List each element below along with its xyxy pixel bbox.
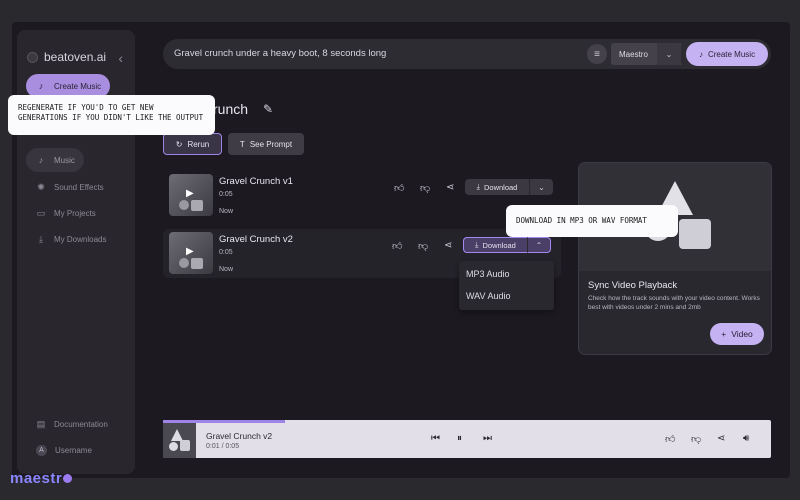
chevron-down-icon[interactable]: ⌄ xyxy=(657,43,681,65)
collapse-sidebar-icon[interactable]: ‹ xyxy=(118,50,123,66)
thumbnail-shape xyxy=(191,200,203,211)
sidebar-item-my-projects[interactable]: ▭ My Projects xyxy=(26,201,126,225)
track-created: Now xyxy=(219,208,234,215)
music-note-icon: ♪ xyxy=(698,49,703,59)
sidebar-item-username[interactable]: A Username xyxy=(26,438,126,462)
skip-back-icon[interactable]: ⏮︎ xyxy=(431,433,440,444)
sidebar-item-label: My Projects xyxy=(54,208,96,218)
see-prompt-button[interactable]: T See Prompt xyxy=(228,133,304,155)
track-created: Now xyxy=(219,266,234,273)
sidebar-item-my-downloads[interactable]: ⤓ My Downloads xyxy=(26,227,126,251)
avatar: A xyxy=(36,444,47,456)
download-icon: ⤓ xyxy=(475,240,479,249)
player-time: 0:01 / 0:05 xyxy=(206,443,240,450)
document-icon: ▤ xyxy=(36,418,46,429)
refresh-icon: ↻ xyxy=(175,139,183,149)
rerun-button[interactable]: ↻ Rerun xyxy=(163,133,222,155)
sync-video-card: Sync Video Playback Check how the track … xyxy=(578,162,772,355)
sidebar-item-label: Username xyxy=(55,445,92,455)
download-label: Download xyxy=(482,240,516,250)
music-note-icon: ♪ xyxy=(38,81,44,91)
folder-icon: ▭ xyxy=(36,207,46,218)
sidebar-item-label: Documentation xyxy=(54,419,108,429)
sliders-icon: ≡ xyxy=(594,48,600,60)
sidebar-item-label: My Downloads xyxy=(54,234,107,244)
shape-badge xyxy=(169,442,178,451)
shape-square xyxy=(180,440,190,451)
pause-icon[interactable]: ⏸︎ xyxy=(457,433,462,444)
sidebar-item-sound-effects[interactable]: ✺ Sound Effects xyxy=(26,175,126,199)
annotation-download: Download in MP3 or WAV format xyxy=(506,205,678,237)
menu-item-wav[interactable]: WAV Audio xyxy=(466,291,511,301)
settings-sliders-button[interactable]: ≡ xyxy=(587,44,607,64)
chevron-down-icon[interactable]: ⌄ xyxy=(529,179,553,195)
track-thumbnail[interactable]: ▶ xyxy=(169,232,213,274)
sync-card-description: Check how the track sounds with your vid… xyxy=(588,295,760,311)
music-note-icon: ♪ xyxy=(38,155,44,165)
skip-forward-icon[interactable]: ⏭︎ xyxy=(483,433,492,444)
download-label: Download xyxy=(483,182,518,192)
model-select-value: Maestro xyxy=(619,49,648,59)
track-duration: 0:05 xyxy=(219,249,233,256)
thumbs-up-icon[interactable]: 👍︎ xyxy=(394,182,404,194)
see-prompt-label: See Prompt xyxy=(249,139,293,149)
sidebar-item-label: Music xyxy=(54,155,75,165)
footer-brand-logo: maestr xyxy=(10,470,73,487)
shape-square xyxy=(679,219,711,249)
thumbs-down-icon[interactable]: 👎︎ xyxy=(418,240,428,252)
share-icon[interactable]: ⋖ xyxy=(444,240,452,251)
sidebar-item-label: Sound Effects xyxy=(54,182,104,192)
sync-card-title: Sync Video Playback xyxy=(588,280,678,291)
player-track-name: Gravel Crunch v2 xyxy=(206,431,273,441)
thumbs-up-icon[interactable]: 👍︎ xyxy=(392,240,402,252)
player-thumbnail xyxy=(163,423,196,458)
prompt-bar: Gravel crunch under a heavy boot, 8 seco… xyxy=(163,39,771,69)
rerun-label: Rerun xyxy=(187,139,210,149)
download-icon: ⤓ xyxy=(476,182,480,191)
sparkle-icon: ✺ xyxy=(37,181,45,192)
footer-brand-text: maestr xyxy=(10,470,63,487)
logo-icon xyxy=(27,51,38,63)
add-video-label: Video xyxy=(731,329,753,339)
menu-item-mp3[interactable]: MP3 Audio xyxy=(466,269,510,279)
download-format-menu: MP3 Audio WAV Audio xyxy=(459,261,554,310)
download-button[interactable]: ⤓ Download xyxy=(465,179,529,195)
track-row[interactable]: ▶ Gravel Crunch v1 0:05 Now 👍︎ 👎︎ ⋖ ⤓ Do… xyxy=(163,171,561,220)
download-button[interactable]: ⤓ Download xyxy=(463,237,527,253)
track-name: Gravel Crunch v1 xyxy=(219,176,293,187)
add-video-button[interactable]: + Video xyxy=(710,323,764,345)
play-icon[interactable]: ▶ xyxy=(186,246,194,257)
pencil-icon[interactable]: ✎ xyxy=(263,102,273,116)
thumbnail-shape xyxy=(191,258,203,269)
thumbnail-shape xyxy=(179,258,189,268)
create-music-label: Create Music xyxy=(707,49,756,59)
share-icon[interactable]: ⋖ xyxy=(717,433,725,444)
share-icon[interactable]: ⋖ xyxy=(446,182,454,193)
prompt-input[interactable]: Gravel crunch under a heavy boot, 8 seco… xyxy=(174,48,386,59)
thumbs-down-icon[interactable]: 👎︎ xyxy=(420,182,430,194)
thumbs-down-icon[interactable]: 👎︎ xyxy=(691,433,701,445)
brand-name: beatoven.ai xyxy=(44,50,107,64)
footer-brand-dot xyxy=(63,474,73,483)
sidebar-item-label: Create Music xyxy=(54,81,102,91)
track-duration: 0:05 xyxy=(219,191,233,198)
page-title: runch xyxy=(213,101,249,117)
volume-icon[interactable]: 🔊︎ xyxy=(743,433,749,444)
text-icon: T xyxy=(239,139,245,149)
track-name: Gravel Crunch v2 xyxy=(219,234,293,245)
chevron-up-icon[interactable]: ⌃ xyxy=(527,237,551,253)
sidebar-item-music[interactable]: ♪ Music xyxy=(26,148,84,172)
annotation-rerun: Regenerate if you'd to get new generatio… xyxy=(8,95,215,135)
audio-player: Gravel Crunch v2 0:01 / 0:05 ⏮︎ ⏸︎ ⏭︎ 👍︎… xyxy=(163,420,771,458)
sidebar-item-documentation[interactable]: ▤ Documentation xyxy=(26,412,126,436)
track-thumbnail[interactable]: ▶ xyxy=(169,174,213,216)
thumbnail-shape xyxy=(179,200,189,210)
logo[interactable]: beatoven.ai xyxy=(27,50,106,64)
thumbs-up-icon[interactable]: 👍︎ xyxy=(665,433,675,445)
create-music-button[interactable]: ♪ Create Music xyxy=(686,42,768,66)
plus-icon: + xyxy=(721,329,727,339)
play-icon[interactable]: ▶ xyxy=(186,188,194,199)
download-icon: ⤓ xyxy=(39,233,43,244)
